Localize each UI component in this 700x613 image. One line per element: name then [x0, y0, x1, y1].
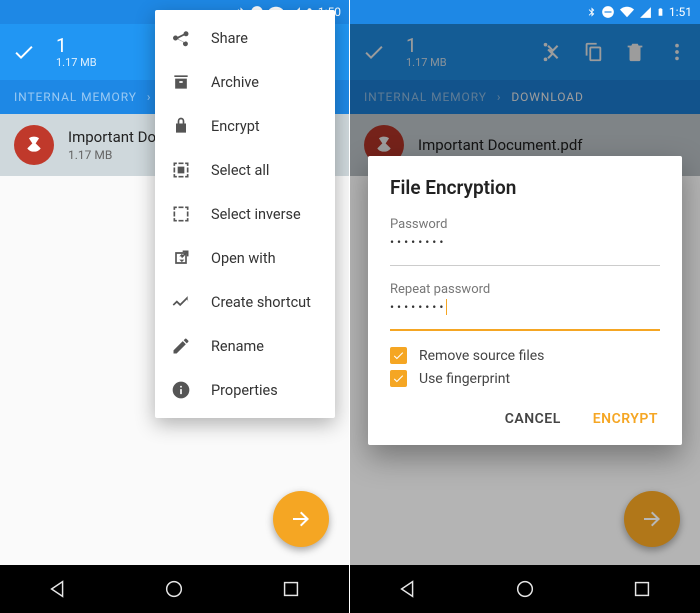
- menu-item-archive[interactable]: Archive: [155, 60, 335, 104]
- lock-icon: [171, 116, 191, 136]
- checkbox-checked-icon: [390, 370, 407, 387]
- overflow-menu: Share Archive Encrypt Select all Select inve…: [155, 10, 335, 418]
- check-icon[interactable]: [12, 40, 36, 64]
- open-with-icon: [171, 248, 191, 268]
- cancel-button[interactable]: CANCEL: [503, 403, 563, 435]
- repeat-password-label: Repeat password: [390, 282, 660, 297]
- archive-icon: [171, 72, 191, 92]
- nav-back-icon[interactable]: [397, 578, 419, 600]
- status-time: 1:51: [669, 5, 692, 19]
- cell-icon: [639, 6, 652, 19]
- checkbox-checked-icon: [390, 347, 407, 364]
- nav-back-icon[interactable]: [47, 578, 69, 600]
- menu-item-shortcut[interactable]: Create shortcut: [155, 280, 335, 324]
- menu-item-label: Properties: [211, 382, 278, 399]
- password-field[interactable]: ••••••••: [390, 234, 660, 266]
- nav-home-icon[interactable]: [514, 578, 536, 600]
- nav-recent-icon[interactable]: [631, 578, 653, 600]
- fab-next[interactable]: [273, 491, 329, 547]
- status-bar: 1:51: [350, 0, 700, 24]
- info-icon: [171, 380, 191, 400]
- menu-item-lock[interactable]: Encrypt: [155, 104, 335, 148]
- share-icon: [171, 28, 191, 48]
- menu-item-label: Share: [211, 30, 248, 47]
- battery-icon: [656, 5, 665, 19]
- menu-item-label: Encrypt: [211, 118, 260, 135]
- chevron-right-icon: ›: [147, 90, 152, 104]
- menu-item-share[interactable]: Share: [155, 16, 335, 60]
- menu-item-select-all[interactable]: Select all: [155, 148, 335, 192]
- nav-bar: [350, 565, 700, 613]
- nav-bar: [0, 565, 349, 613]
- menu-item-label: Open with: [211, 250, 276, 267]
- nav-recent-icon[interactable]: [280, 578, 302, 600]
- menu-item-select-inverse[interactable]: Select inverse: [155, 192, 335, 236]
- menu-item-label: Rename: [211, 338, 264, 355]
- menu-item-rename[interactable]: Rename: [155, 324, 335, 368]
- arrow-right-icon: [289, 507, 313, 531]
- pdf-icon: [14, 125, 54, 165]
- repeat-password-field[interactable]: ••••••••: [390, 299, 660, 331]
- wifi-icon: [619, 5, 635, 19]
- breadcrumb-root[interactable]: INTERNAL MEMORY: [14, 90, 137, 104]
- dialog-title: File Encryption: [390, 176, 660, 199]
- menu-item-label: Select all: [211, 162, 269, 179]
- rename-icon: [171, 336, 191, 356]
- menu-item-open-with[interactable]: Open with: [155, 236, 335, 280]
- shortcut-icon: [171, 292, 191, 312]
- select-inverse-icon: [171, 204, 191, 224]
- encrypt-button[interactable]: ENCRYPT: [591, 403, 660, 435]
- use-fingerprint-checkbox[interactable]: Use fingerprint: [390, 370, 660, 387]
- menu-item-info[interactable]: Properties: [155, 368, 335, 412]
- encryption-dialog: File Encryption Password •••••••• Repeat…: [368, 156, 682, 445]
- password-label: Password: [390, 217, 660, 232]
- dnd-icon: [601, 5, 615, 19]
- remove-source-checkbox[interactable]: Remove source files: [390, 347, 660, 364]
- bluetooth-icon: [586, 5, 597, 19]
- nav-home-icon[interactable]: [163, 578, 185, 600]
- menu-item-label: Archive: [211, 74, 259, 91]
- menu-item-label: Select inverse: [211, 206, 301, 223]
- menu-item-label: Create shortcut: [211, 294, 311, 311]
- select-all-icon: [171, 160, 191, 180]
